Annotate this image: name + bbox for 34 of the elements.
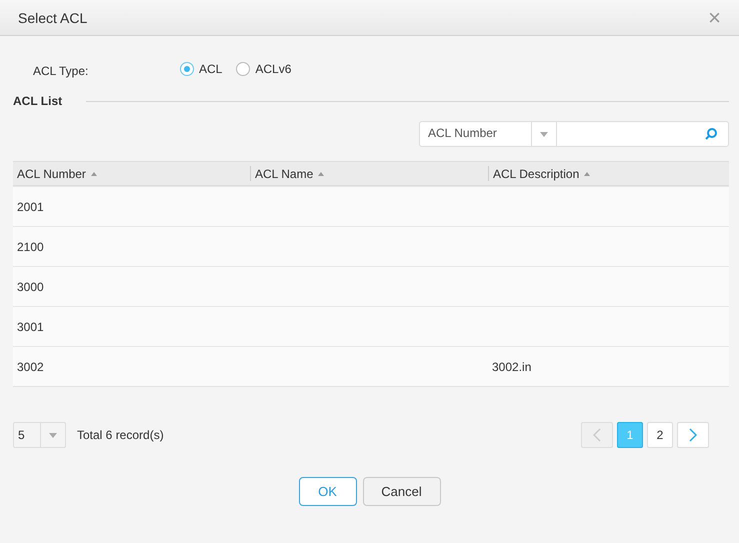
page-button[interactable]: 2 xyxy=(647,422,673,448)
table-cell: 3000 xyxy=(17,280,44,294)
next-page-button[interactable] xyxy=(677,422,709,448)
table-row[interactable]: 3001 xyxy=(13,306,729,346)
radio-label[interactable]: ACL xyxy=(199,62,222,76)
table-cell: 3002.in xyxy=(492,360,532,374)
sort-icon[interactable] xyxy=(318,172,324,176)
chevron-right-icon[interactable] xyxy=(689,428,697,442)
radio-button[interactable] xyxy=(236,62,250,76)
table-row[interactable]: 3002 3002.in xyxy=(13,346,729,386)
page-size-select[interactable]: 5 xyxy=(13,422,66,448)
total-records: Total 6 record(s) xyxy=(77,428,164,442)
table-cell: 2001 xyxy=(17,200,44,214)
table-cell: 2100 xyxy=(17,240,44,254)
cancel-button[interactable]: Cancel xyxy=(362,477,440,506)
table-cell: 3001 xyxy=(17,320,44,334)
search-field-select[interactable]: ACL Number xyxy=(420,122,531,146)
acl-type-label: ACL Type: xyxy=(33,64,90,78)
column-header[interactable]: ACL Number xyxy=(17,166,86,180)
search-icon[interactable] xyxy=(704,127,718,141)
table-row[interactable]: 2001 xyxy=(13,186,729,226)
sort-icon[interactable] xyxy=(584,172,590,176)
table-row[interactable]: 2100 xyxy=(13,226,729,266)
dialog-title: Select ACL xyxy=(18,10,88,26)
column-header[interactable]: ACL Name xyxy=(255,166,314,180)
radio-button[interactable] xyxy=(180,62,194,76)
sort-icon[interactable] xyxy=(90,172,97,176)
dropdown-icon[interactable] xyxy=(49,432,57,438)
section-title: ACL List xyxy=(13,94,62,108)
radio-label[interactable]: ACLv6 xyxy=(255,62,292,76)
column-header[interactable]: ACL Description xyxy=(493,166,580,180)
dropdown-icon[interactable] xyxy=(540,132,548,136)
table-row[interactable]: 3000 xyxy=(13,266,729,306)
table-cell: 3002 xyxy=(17,360,44,374)
